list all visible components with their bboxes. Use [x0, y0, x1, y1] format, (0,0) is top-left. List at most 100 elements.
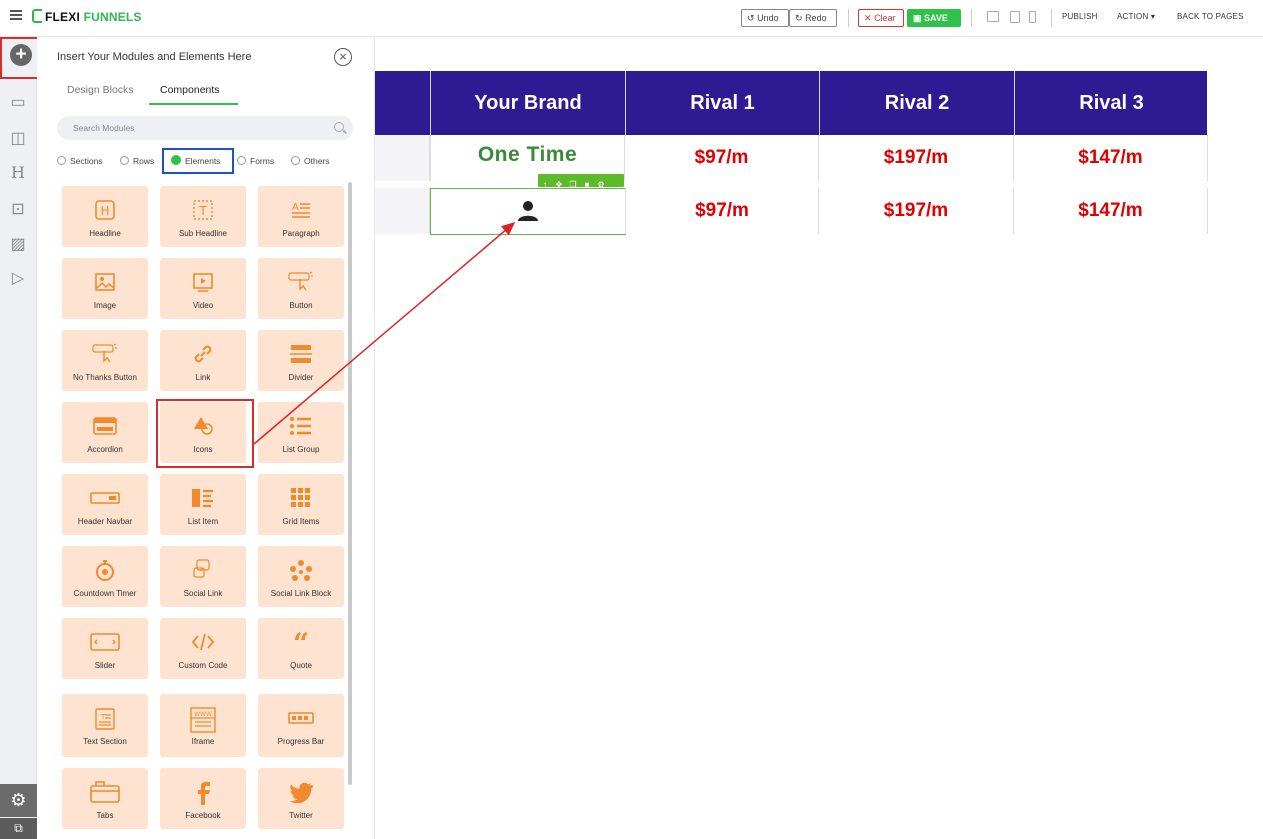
- save-button[interactable]: ▣ SAVE: [907, 9, 961, 27]
- module-tile-tabs[interactable]: Tabs: [62, 768, 148, 829]
- search-input[interactable]: Search Modules: [57, 116, 353, 140]
- radio-icon: [291, 156, 300, 165]
- columns-icon[interactable]: ◫: [8, 130, 28, 148]
- tablet-view-icon[interactable]: [1010, 11, 1020, 23]
- module-label: Slider: [94, 661, 116, 670]
- divider: [848, 9, 849, 27]
- table-cell-price[interactable]: $97/m: [625, 135, 819, 181]
- filter-label: Sections: [70, 156, 103, 166]
- module-label: List Group: [282, 445, 320, 454]
- user-icon[interactable]: [517, 200, 539, 222]
- action-label: ACTION: [1117, 12, 1149, 21]
- module-tile-link[interactable]: Link: [160, 330, 246, 391]
- module-label: List Item: [187, 517, 219, 526]
- module-tile-no-thanks-button[interactable]: No Thanks Button: [62, 330, 148, 391]
- logo-mark-icon: [32, 9, 42, 23]
- preview-icon[interactable]: ⧉: [0, 818, 37, 839]
- table-cell-price[interactable]: $197/m: [819, 188, 1014, 234]
- iframe-icon: WWW: [160, 707, 246, 733]
- module-tile-progress-bar[interactable]: Progress Bar: [258, 694, 344, 757]
- tab-components[interactable]: Components: [160, 84, 220, 96]
- module-tile-divider[interactable]: Divider: [258, 330, 344, 391]
- tab-design-blocks[interactable]: Design Blocks: [67, 84, 134, 96]
- link-icon: [160, 343, 246, 369]
- module-tile-grid-items[interactable]: Grid Items: [258, 474, 344, 535]
- no-thanks-button-icon: [62, 343, 148, 369]
- module-label: Facebook: [185, 811, 221, 820]
- module-tile-video[interactable]: Video: [160, 258, 246, 319]
- module-tile-slider[interactable]: Slider: [62, 618, 148, 679]
- section-icon[interactable]: ▭: [8, 94, 28, 112]
- list-group-icon: [258, 415, 344, 441]
- module-label: Paragraph: [282, 229, 320, 238]
- hamburger-menu-icon[interactable]: [10, 10, 22, 20]
- module-tile-countdown-timer[interactable]: Countdown Timer: [62, 546, 148, 607]
- module-tile-paragraph[interactable]: A Paragraph: [258, 186, 344, 247]
- filter-sections[interactable]: Sections: [57, 156, 103, 166]
- module-tile-facebook[interactable]: Facebook: [160, 768, 246, 829]
- module-tile-quote[interactable]: “ Quote: [258, 618, 344, 679]
- redo-button[interactable]: ↻ Redo: [789, 9, 837, 27]
- headline-icon: H: [62, 199, 148, 225]
- module-tile-button[interactable]: Button: [258, 258, 344, 319]
- desktop-view-icon[interactable]: [987, 11, 999, 22]
- clear-button[interactable]: ✕ Clear: [858, 9, 904, 27]
- table-cell-price[interactable]: $147/m: [1014, 135, 1208, 181]
- video-icon[interactable]: ▷: [8, 270, 28, 288]
- progress-bar-icon: [258, 707, 344, 733]
- left-icon-rail: + ▭ ◫ H ⊡ ▨ ▷ ⚙ ⧉: [0, 37, 42, 839]
- module-tile-list-group[interactable]: List Group: [258, 402, 344, 463]
- module-tile-header-navbar[interactable]: Header Navbar: [62, 474, 148, 535]
- module-tile-image[interactable]: Image: [62, 258, 148, 319]
- heading-icon[interactable]: H: [8, 164, 28, 182]
- undo-button[interactable]: ↺ Undo: [741, 9, 789, 27]
- filter-forms[interactable]: Forms: [237, 156, 274, 166]
- table-cell-price[interactable]: $147/m: [1014, 188, 1208, 234]
- module-tile-accordion[interactable]: Accordion: [62, 402, 148, 463]
- module-tile-headline[interactable]: H Headline: [62, 186, 148, 247]
- slider-icon: [62, 631, 148, 657]
- header-rival-2: Rival 2: [819, 71, 1014, 135]
- module-tile-social-link[interactable]: Social Link: [160, 546, 246, 607]
- module-label: Video: [192, 301, 214, 310]
- module-tile-twitter[interactable]: Twitter: [258, 768, 344, 829]
- undo-icon: ↺: [747, 13, 755, 23]
- text-box-icon[interactable]: ⊡: [8, 201, 28, 219]
- module-tile-sub-headline[interactable]: T Sub Headline: [160, 186, 246, 247]
- video-icon: [160, 271, 246, 297]
- add-module-button[interactable]: +: [0, 37, 42, 79]
- plus-icon: +: [10, 44, 32, 66]
- module-tile-text-section[interactable]: T Text Section: [62, 694, 148, 757]
- icons-highlight-box: [156, 399, 254, 468]
- filter-rows[interactable]: Rows: [120, 156, 154, 166]
- svg-text:“: “: [293, 631, 309, 653]
- back-to-pages-link[interactable]: BACK TO PAGES: [1177, 12, 1244, 21]
- active-tab-indicator: [149, 103, 238, 105]
- module-label: Image: [93, 301, 117, 310]
- page-canvas: Your Brand Rival 1 Rival 2 Rival 3 One T…: [375, 37, 1263, 839]
- module-tile-list-item[interactable]: List Item: [160, 474, 246, 535]
- module-tile-iframe[interactable]: WWW Iframe: [160, 694, 246, 757]
- module-label: Text Section: [83, 737, 127, 746]
- module-label: Custom Code: [178, 661, 228, 670]
- publish-link[interactable]: PUBLISH: [1062, 12, 1098, 21]
- module-label: Progress Bar: [277, 737, 325, 746]
- modules-panel: Insert Your Modules and Elements Here × …: [37, 37, 375, 839]
- redo-icon: ↻: [795, 13, 803, 23]
- table-cell-price[interactable]: $97/m: [625, 188, 819, 234]
- gear-icon[interactable]: ⚙: [0, 784, 37, 817]
- module-tile-social-link-block[interactable]: Social Link Block: [258, 546, 344, 607]
- filter-others[interactable]: Others: [291, 156, 330, 166]
- close-panel-icon[interactable]: ×: [334, 48, 352, 66]
- action-menu[interactable]: ACTION ▾: [1117, 12, 1155, 21]
- image-icon[interactable]: ▨: [8, 236, 28, 254]
- table-cell-price[interactable]: $197/m: [819, 135, 1014, 181]
- clear-label: Clear: [874, 13, 896, 23]
- radio-icon: [237, 156, 246, 165]
- panel-scrollbar[interactable]: [348, 182, 352, 785]
- caret-down-icon: ▾: [1150, 12, 1156, 21]
- module-label: Headline: [89, 229, 121, 238]
- mobile-view-icon[interactable]: [1029, 11, 1036, 23]
- module-tile-custom-code[interactable]: Custom Code: [160, 618, 246, 679]
- elements-highlight-box: [162, 148, 234, 174]
